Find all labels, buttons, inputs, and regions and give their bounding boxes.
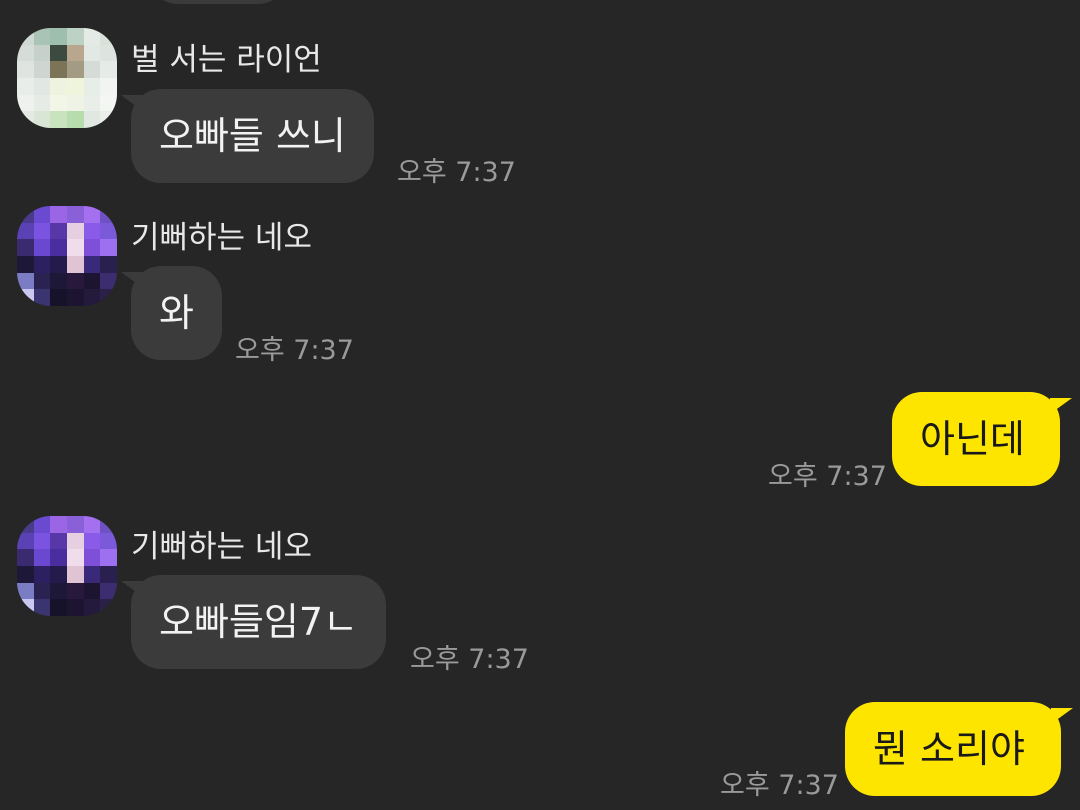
partial-message-bubble[interactable]	[148, 0, 288, 4]
message-bubble[interactable]: 아닌데	[892, 392, 1072, 486]
sender-name: 기뻐하는 네오	[131, 529, 312, 565]
message-bubble[interactable]: 와	[121, 266, 222, 360]
message-timestamp: 오후 7:37	[768, 461, 887, 492]
message-timestamp: 오후 7:37	[397, 157, 516, 188]
sender-name: 기뻐하는 네오	[131, 220, 312, 256]
message-timestamp: 오후 7:37	[410, 644, 529, 675]
avatar[interactable]	[17, 28, 117, 128]
message-timestamp: 오후 7:37	[720, 770, 839, 801]
avatar[interactable]	[17, 206, 117, 306]
avatar[interactable]	[17, 516, 117, 616]
sender-name: 벌 서는 라이언	[131, 42, 322, 78]
message-bubble[interactable]: 오빠들임7ㄴ	[121, 575, 386, 669]
chat-room: 벌 서는 라이언 오빠들 쓰니 오후 7:37 기뻐하는 네오 와 오후 7:3…	[0, 0, 1080, 810]
message-bubble[interactable]: 뭔 소리야	[845, 702, 1073, 796]
message-timestamp: 오후 7:37	[235, 335, 354, 366]
message-bubble[interactable]: 오빠들 쓰니	[121, 89, 374, 183]
